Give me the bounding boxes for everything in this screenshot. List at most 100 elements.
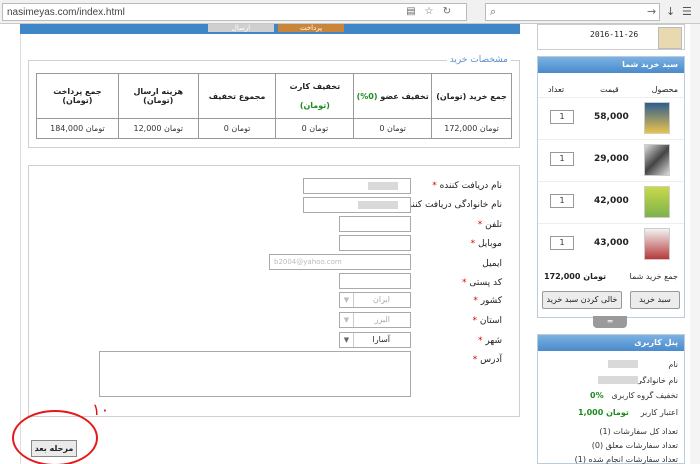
cart-total-label: جمع خرید شما (629, 272, 678, 281)
item-price: 58,000 (594, 112, 629, 122)
search-icon: ⌕ (490, 5, 497, 18)
member-discount-pct: (0%) (356, 91, 378, 101)
label-country: * کشور (473, 296, 502, 306)
email-input[interactable]: b2004@yahoo.com (269, 254, 411, 270)
header-member-discount: تخفیف عضو (0%) (353, 73, 433, 119)
go-arrow-icon[interactable]: → (647, 5, 656, 18)
province-value: البرز (374, 315, 390, 324)
label-email: ایمیل (482, 259, 502, 269)
value-purchase-total: 172,000 تومان (431, 118, 512, 139)
label-mobile: * موبایل (470, 239, 502, 249)
quantity-input[interactable]: 1 (550, 194, 574, 208)
scrollbar[interactable] (690, 24, 700, 464)
receiver-name-input[interactable] (303, 178, 411, 194)
receiver-family-input[interactable] (303, 197, 411, 213)
col-price: قیمت (600, 85, 619, 94)
label-address: * آدرس (472, 355, 502, 365)
orders-total[interactable]: تعداد کل سفارشات (1) (599, 427, 678, 436)
chevron-down-icon: ▼ (340, 313, 354, 327)
summary-header-row: جمع پرداخت (تومان) هزینه ارسال (تومان) م… (36, 73, 512, 119)
label-postal: * کد پستی (462, 278, 502, 288)
card-discount-unit: (تومان) (299, 101, 330, 110)
chevron-down-icon: ▼ (340, 293, 354, 307)
user-panel-title: پنل کاربری (538, 335, 684, 351)
label-receiver-family: * نام خانوادگی دریافت کننده (396, 200, 502, 210)
cart-button[interactable]: سبد خرید (630, 291, 680, 309)
col-qty: تعداد (548, 85, 565, 94)
user-name-label: نام (668, 360, 678, 369)
url-text: nasimeyas.com/index.html (7, 7, 125, 18)
member-discount-label: تخفیف عضو (380, 91, 429, 101)
checkout-step-bar: ارسال پرداخت (20, 24, 520, 34)
item-price: 42,000 (594, 196, 629, 206)
download-icon[interactable]: ↓ (666, 5, 675, 18)
group-discount-label: تخفیف گروه کاربری (611, 391, 678, 400)
browser-toolbar: nasimeyas.com/index.html ▤ ☆ ↻ ⌕ → ↓ ☰ (0, 0, 700, 24)
label-phone: * تلفن (477, 220, 502, 230)
value-total-discount: 0 تومان (197, 118, 277, 139)
city-select[interactable]: ▼ آسارا (339, 332, 411, 348)
label-city: * شهر (477, 336, 502, 346)
header-shipping: هزینه ارسال (تومان) (117, 73, 199, 119)
orders-done[interactable]: تعداد سفارشات انجام شده (1) (575, 455, 678, 464)
cart-item: 42,000 1 (538, 181, 684, 219)
user-credit-label: اعتبار کاربر (640, 408, 678, 417)
value-pay-total: 184,000 تومان (36, 118, 119, 139)
cart-item: 58,000 1 (538, 97, 684, 135)
next-step-button[interactable]: مرحله بعد (31, 440, 77, 457)
user-family-value (598, 376, 638, 384)
value-member-discount: 0 تومان (353, 118, 433, 139)
user-panel: پنل کاربری نام نام خانوادگی تخفیف گروه ک… (537, 334, 685, 464)
col-product: محصول (651, 85, 678, 94)
product-image[interactable] (644, 186, 670, 218)
header-purchase-total: جمع خرید (تومان) (431, 73, 512, 119)
country-select[interactable]: ▼ ایران (339, 292, 411, 308)
summary-value-row: 184,000 تومان 12,000 تومان 0 تومان 0 توم… (36, 118, 512, 139)
quantity-input[interactable]: 1 (550, 152, 574, 166)
collapse-handle-icon[interactable]: ═ (593, 316, 627, 328)
user-credit-value: 1,000 تومان (578, 408, 629, 417)
step-payment: پرداخت (278, 24, 344, 32)
star-icon[interactable]: ☆ (423, 6, 435, 18)
province-select[interactable]: ▼ البرز (339, 312, 411, 328)
cart-total-value: 172,000 تومان (544, 272, 607, 281)
item-price: 43,000 (594, 238, 629, 248)
product-image[interactable] (644, 102, 670, 134)
item-price: 29,000 (594, 154, 629, 164)
label-province: * استان (472, 316, 502, 326)
address-textarea[interactable] (99, 351, 411, 397)
header-pay-total: جمع پرداخت (تومان) (36, 73, 119, 119)
address-bar[interactable]: nasimeyas.com/index.html ▤ ☆ ↻ (2, 3, 467, 21)
phone-input[interactable] (339, 216, 411, 232)
product-image[interactable] (644, 144, 670, 176)
group-discount-value: 0% (590, 391, 604, 400)
value-shipping: 12,000 تومان (117, 118, 199, 139)
header-total-discount: مجموع تخفیف (197, 73, 277, 119)
mobile-input[interactable] (339, 235, 411, 251)
country-value: ایران (373, 295, 390, 304)
cart-title: سبد خرید شما (538, 57, 684, 73)
cart-panel: سبد خرید شما محصول قیمت تعداد 58,000 1 2… (537, 56, 685, 318)
menu-icon[interactable]: ☰ (682, 5, 692, 18)
date-label: 2016-11-26 (590, 30, 639, 39)
orders-pending[interactable]: تعداد سفارشات معلق (0) (592, 441, 678, 450)
clear-cart-button[interactable]: خالی کردن سبد خرید (542, 291, 622, 309)
product-image[interactable] (644, 228, 670, 260)
search-input[interactable]: ⌕ → (485, 3, 660, 21)
step-send: ارسال (208, 24, 274, 32)
header-card-discount: تخفیف کارت (تومان) (275, 73, 355, 119)
quantity-input[interactable]: 1 (550, 110, 574, 124)
city-value: آسارا (372, 335, 390, 344)
quantity-input[interactable]: 1 (550, 236, 574, 250)
chevron-down-icon: ▼ (340, 333, 354, 347)
content-border (20, 34, 21, 464)
annotation-number: ۱۰ (92, 400, 110, 419)
postal-code-input[interactable] (339, 273, 411, 289)
reader-icon[interactable]: ▤ (405, 6, 417, 18)
user-family-label: نام خانوادگی (635, 376, 678, 385)
user-name-value (608, 360, 638, 368)
cart-item: 43,000 1 (538, 223, 684, 261)
product-thumbnail[interactable] (658, 27, 682, 49)
refresh-icon[interactable]: ↻ (441, 6, 453, 18)
value-card-discount: 0 تومان (275, 118, 355, 139)
